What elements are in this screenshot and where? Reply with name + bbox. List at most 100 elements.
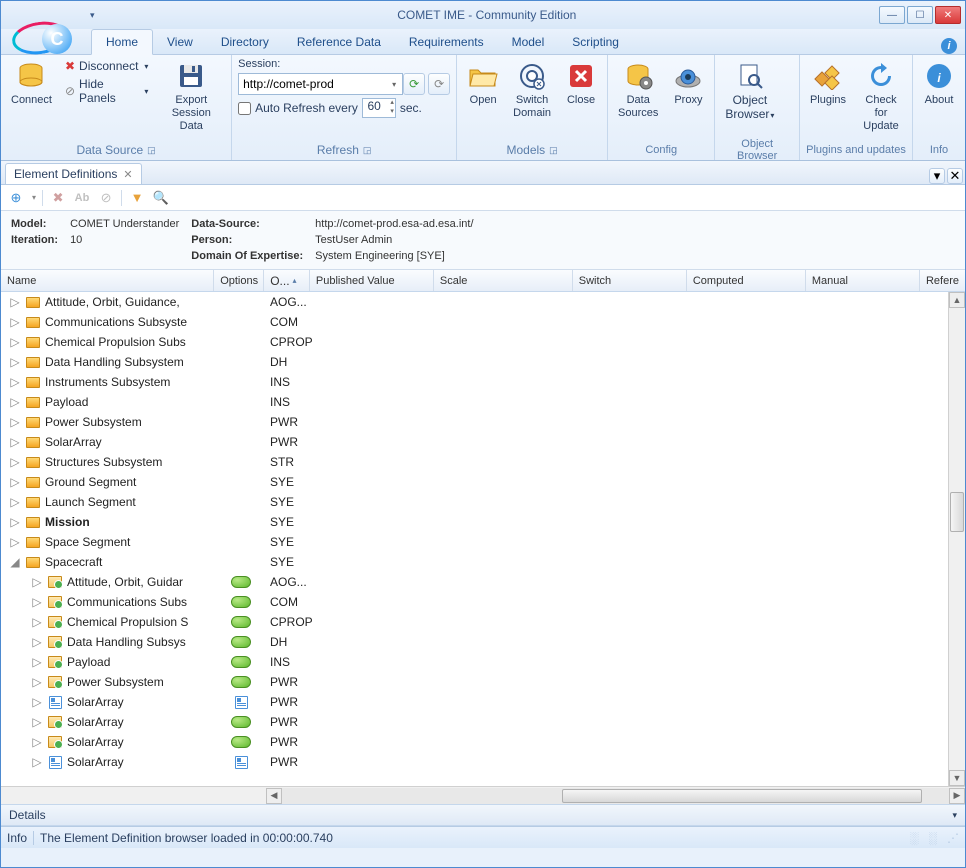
chevron-down-icon[interactable]: ▾	[32, 193, 36, 202]
expand-icon[interactable]: ▷	[9, 455, 21, 469]
column-header-published[interactable]: Published Value	[310, 270, 434, 291]
ribbon-tab-view[interactable]: View	[153, 30, 207, 54]
expand-icon[interactable]: ▷	[31, 755, 43, 769]
expand-icon[interactable]: ▷	[9, 355, 21, 369]
tree-row[interactable]: ▷Chemical Propulsion SCPROP	[1, 612, 965, 632]
column-header-options[interactable]: Options	[214, 270, 264, 291]
column-header-manual[interactable]: Manual	[806, 270, 920, 291]
expand-icon[interactable]: ▷	[31, 595, 43, 609]
app-logo[interactable]: C	[12, 10, 68, 66]
close-button[interactable]: ✕	[935, 6, 961, 24]
dialog-launcher-icon[interactable]: ◲	[147, 145, 156, 156]
tree-row[interactable]: ▷Power SubsystemPWR	[1, 672, 965, 692]
export-session-button[interactable]: Export Session Data	[157, 58, 225, 135]
expand-icon[interactable]: ▷	[31, 695, 43, 709]
maximize-button[interactable]: ☐	[907, 6, 933, 24]
column-header-reference[interactable]: Refere	[920, 270, 965, 291]
expand-icon[interactable]: ▷	[9, 395, 21, 409]
tree-row[interactable]: ▷Instruments SubsystemINS	[1, 372, 965, 392]
tree-row[interactable]: ▷SolarArrayPWR	[1, 692, 965, 712]
expand-icon[interactable]: ▷	[31, 715, 43, 729]
open-button[interactable]: Open	[463, 58, 503, 109]
expand-icon[interactable]: ▷	[31, 575, 43, 589]
expand-icon[interactable]: ▷	[9, 335, 21, 349]
tree-row[interactable]: ▷Ground SegmentSYE	[1, 472, 965, 492]
delete-button[interactable]: ✖	[49, 189, 67, 207]
proxy-button[interactable]: Proxy	[668, 58, 708, 109]
help-icon[interactable]: i	[941, 38, 957, 54]
expand-icon[interactable]: ▷	[9, 315, 21, 329]
expand-icon[interactable]: ▷	[31, 735, 43, 749]
refresh-button[interactable]: ⟳	[403, 73, 425, 95]
expand-icon[interactable]: ▷	[9, 515, 21, 529]
expand-icon[interactable]: ▷	[31, 655, 43, 669]
scroll-thumb[interactable]	[562, 789, 922, 803]
tree-row[interactable]: ◢SpacecraftSYE	[1, 552, 965, 572]
tree-row[interactable]: ▷MissionSYE	[1, 512, 965, 532]
expand-icon[interactable]: ▷	[31, 635, 43, 649]
expand-icon[interactable]: ▷	[9, 495, 21, 509]
close-all-tabs-icon[interactable]: ✕	[947, 168, 963, 184]
dialog-launcher-icon[interactable]: ◲	[549, 145, 558, 156]
ribbon-tab-scripting[interactable]: Scripting	[558, 30, 633, 54]
tree-row[interactable]: ▷Attitude, Orbit, Guidance,AOG...	[1, 292, 965, 312]
tree-row[interactable]: ▷SolarArrayPWR	[1, 752, 965, 772]
expand-icon[interactable]: ◢	[9, 555, 21, 569]
filter-button[interactable]: ▼	[128, 189, 146, 207]
ribbon-tab-requirements[interactable]: Requirements	[395, 30, 498, 54]
minimize-button[interactable]: —	[879, 6, 905, 24]
ribbon-tab-directory[interactable]: Directory	[207, 30, 283, 54]
expand-icon[interactable]: ▷	[9, 375, 21, 389]
expand-icon[interactable]: ▷	[9, 435, 21, 449]
scroll-left-icon[interactable]: ◀	[266, 788, 282, 804]
tree-row[interactable]: ▷Communications SubsCOM	[1, 592, 965, 612]
object-browser-button[interactable]: Object Browser▾	[721, 58, 778, 124]
about-button[interactable]: iAbout	[919, 58, 959, 109]
ribbon-tab-home[interactable]: Home	[91, 29, 153, 55]
search-button[interactable]: 🔍	[152, 189, 170, 207]
expand-icon[interactable]: ▷	[9, 295, 21, 309]
data-sources-button[interactable]: Data Sources	[614, 58, 662, 122]
session-url-input[interactable]	[238, 73, 403, 95]
tree-row[interactable]: ▷Data Handling SubsystemDH	[1, 352, 965, 372]
scroll-down-icon[interactable]: ▼	[949, 770, 965, 786]
check-update-button[interactable]: Check for Update	[856, 58, 906, 135]
refresh-all-button[interactable]: ⟳	[428, 73, 450, 95]
ribbon-tab-reference-data[interactable]: Reference Data	[283, 30, 395, 54]
tab-dropdown-icon[interactable]: ▾	[929, 168, 945, 184]
link-button[interactable]: ⊘	[97, 189, 115, 207]
details-panel-header[interactable]: Details ▾	[1, 804, 965, 826]
dialog-launcher-icon[interactable]: ◲	[363, 145, 372, 156]
vertical-scrollbar[interactable]: ▲ ▼	[948, 292, 965, 786]
tree-row[interactable]: ▷Attitude, Orbit, GuidarAOG...	[1, 572, 965, 592]
auto-refresh-checkbox[interactable]	[238, 102, 251, 115]
tree-row[interactable]: ▷PayloadINS	[1, 392, 965, 412]
tree-row[interactable]: ▷SolarArrayPWR	[1, 712, 965, 732]
expand-icon[interactable]: ▷	[31, 675, 43, 689]
scroll-up-icon[interactable]: ▲	[949, 292, 965, 308]
tree-row[interactable]: ▷Power SubsystemPWR	[1, 412, 965, 432]
plugins-button[interactable]: Plugins	[806, 58, 850, 109]
chevron-down-icon[interactable]: ▾	[952, 810, 957, 821]
hide-panels-button[interactable]: ⊘Hide Panels▾	[62, 76, 151, 106]
tree-row[interactable]: ▷Launch SegmentSYE	[1, 492, 965, 512]
column-header-computed[interactable]: Computed	[687, 270, 806, 291]
ribbon-tab-model[interactable]: Model	[498, 30, 559, 54]
expand-icon[interactable]: ▷	[9, 535, 21, 549]
tree-row[interactable]: ▷PayloadINS	[1, 652, 965, 672]
add-button[interactable]: ⊕	[7, 189, 25, 207]
disconnect-button[interactable]: ✖Disconnect▾	[62, 58, 151, 74]
column-header-name[interactable]: Name	[1, 270, 214, 291]
close-model-button[interactable]: Close	[561, 58, 601, 109]
tree-row[interactable]: ▷Data Handling SubsysDH	[1, 632, 965, 652]
scroll-right-icon[interactable]: ▶	[949, 788, 965, 804]
tree-row[interactable]: ▷SolarArrayPWR	[1, 732, 965, 752]
tree-row[interactable]: ▷Communications SubsysteCOM	[1, 312, 965, 332]
chevron-down-icon[interactable]: ▾	[392, 80, 396, 89]
column-header-switch[interactable]: Switch	[573, 270, 687, 291]
expand-icon[interactable]: ▷	[9, 475, 21, 489]
tree-row[interactable]: ▷Structures SubsystemSTR	[1, 452, 965, 472]
column-header-code[interactable]: O...▴	[264, 270, 310, 291]
column-header-scale[interactable]: Scale	[434, 270, 573, 291]
refresh-interval-input[interactable]: 60	[362, 98, 396, 118]
